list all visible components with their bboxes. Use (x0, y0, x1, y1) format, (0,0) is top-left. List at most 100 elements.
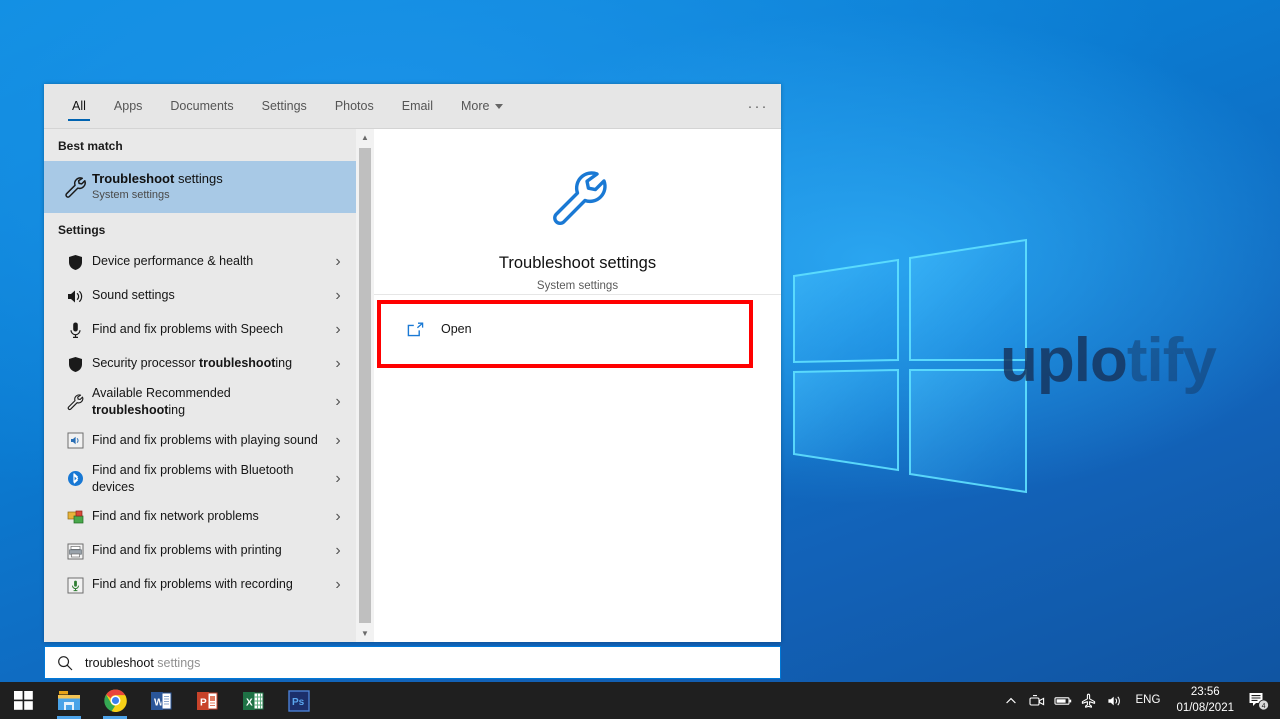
tab-more-label: More (461, 99, 490, 113)
search-input-bar[interactable]: troubleshoot settings (44, 646, 781, 679)
clock[interactable]: 23:56 01/08/2021 (1168, 685, 1242, 716)
shield-icon (58, 254, 92, 271)
volume-icon[interactable] (1102, 682, 1128, 719)
sound-tile-icon (58, 432, 92, 449)
notification-center-button[interactable]: 4 (1242, 682, 1276, 719)
list-item[interactable]: Find and fix problems with Speech › (44, 313, 356, 347)
notification-badge-count: 4 (1262, 703, 1266, 710)
best-match-item[interactable]: Troubleshoot settings System settings (44, 161, 356, 213)
search-typed-text: troubleshoot (85, 655, 154, 670)
chevron-right-icon[interactable]: › (328, 542, 348, 560)
system-tray: ENG 23:56 01/08/2021 4 (998, 682, 1280, 719)
photoshop-button[interactable]: Ps (276, 682, 322, 719)
svg-text:X: X (246, 697, 253, 708)
scrollbar-thumb[interactable] (359, 148, 371, 623)
list-item-label: Find and fix problems with playing sound (92, 432, 328, 449)
excel-button[interactable]: X (230, 682, 276, 719)
list-item[interactable]: Find and fix network problems › (44, 500, 356, 534)
preview-title: Troubleshoot settings (498, 254, 657, 272)
list-item-label: Find and fix problems with printing (92, 542, 328, 559)
network-icon (58, 509, 92, 526)
word-icon: W (151, 691, 172, 710)
list-item[interactable]: Find and fix problems with playing sound… (44, 424, 356, 458)
list-item[interactable]: Available Recommended troubleshooting › (44, 381, 356, 424)
chevron-right-icon[interactable]: › (328, 355, 348, 373)
bluetooth-icon (58, 470, 92, 487)
tray-chevron-up-icon[interactable] (998, 682, 1024, 719)
wrench-icon (58, 174, 92, 200)
file-explorer-button[interactable] (46, 682, 92, 719)
tab-documents-label: Documents (170, 99, 234, 113)
best-match-subtitle: System settings (92, 189, 170, 202)
label-pre: Find and fix problems with printing (92, 543, 282, 558)
label-pre: Available Recommended (92, 386, 231, 400)
label-pre: Find and fix problems with recording (92, 577, 293, 592)
airplane-mode-icon[interactable] (1076, 682, 1102, 719)
scroll-down-icon[interactable]: ▼ (356, 625, 374, 642)
search-filter-tabs: All Apps Documents Settings Photos Email… (44, 84, 781, 129)
scrollbar-track[interactable] (356, 146, 374, 625)
excel-icon: X (243, 691, 264, 710)
tab-settings[interactable]: Settings (248, 84, 321, 128)
windows-start-icon (13, 691, 33, 710)
best-match-title: Troubleshoot settings (92, 171, 223, 187)
camera-icon[interactable] (1024, 682, 1050, 719)
wrench-thin-icon (58, 392, 92, 412)
tab-documents[interactable]: Documents (156, 84, 247, 128)
tab-email-label: Email (401, 99, 433, 113)
list-item[interactable]: Find and fix problems with recording › (44, 568, 356, 602)
label-post: ing (275, 356, 293, 371)
svg-text:P: P (200, 697, 207, 708)
label-pre: Device performance & health (92, 254, 254, 269)
chevron-right-icon[interactable]: › (328, 508, 348, 526)
list-item[interactable]: Device performance & health › (44, 245, 356, 279)
tab-email[interactable]: Email (388, 84, 447, 128)
tab-photos[interactable]: Photos (321, 84, 388, 128)
list-item[interactable]: Sound settings › (44, 279, 356, 313)
powerpoint-button[interactable]: P (184, 682, 230, 719)
clock-time: 23:56 (1190, 685, 1220, 698)
tab-apps[interactable]: Apps (100, 84, 157, 128)
battery-icon[interactable] (1050, 682, 1076, 719)
chevron-right-icon[interactable]: › (328, 253, 348, 271)
list-item-label: Find and fix problems with Speech (92, 321, 328, 338)
word-button[interactable]: W (138, 682, 184, 719)
chevron-right-icon[interactable]: › (328, 287, 348, 305)
clock-date: 01/08/2021 (1176, 701, 1234, 714)
list-item-label: Find and fix network problems (92, 508, 328, 525)
speaker-icon (58, 288, 92, 305)
ellipsis-icon: ··· (747, 97, 769, 115)
list-item[interactable]: Find and fix problems with printing › (44, 534, 356, 568)
settings-section-header: Settings (58, 223, 106, 237)
label-pre: Find and fix problems with playing sound (92, 432, 318, 447)
chevron-right-icon[interactable]: › (328, 321, 348, 339)
label-bold: troubleshoot (198, 356, 276, 371)
list-item-label: Security processor troubleshooting (92, 355, 328, 372)
notification-icon: 4 (1249, 692, 1270, 710)
start-button[interactable] (0, 682, 46, 719)
recording-icon (58, 577, 92, 594)
best-match-title-bold: Troubleshoot (92, 171, 175, 187)
scroll-up-icon[interactable]: ▲ (356, 129, 374, 146)
more-options-button[interactable]: ··· (735, 84, 781, 128)
tab-more[interactable]: More (447, 84, 517, 128)
chevron-right-icon[interactable]: › (328, 470, 348, 488)
chevron-right-icon[interactable]: › (328, 576, 348, 594)
list-item[interactable]: Find and fix problems with Bluetooth dev… (44, 458, 356, 501)
language-indicator[interactable]: ENG (1128, 682, 1169, 719)
chevron-right-icon[interactable]: › (328, 432, 348, 450)
chevron-right-icon[interactable]: › (328, 393, 348, 411)
tab-all[interactable]: All (58, 84, 100, 128)
results-scroll-area: Best match Troubleshoot settings System … (44, 129, 356, 642)
open-button[interactable]: Open (381, 299, 771, 359)
preview-subtitle: System settings (536, 280, 619, 292)
chrome-button[interactable] (92, 682, 138, 719)
list-item[interactable]: Security processor troubleshooting › (44, 347, 356, 381)
best-match-title-rest: settings (174, 171, 223, 187)
list-item-label: Sound settings (92, 287, 328, 304)
results-scrollbar[interactable]: ▲ ▼ (356, 129, 374, 642)
preview-column: Troubleshoot settings System settings Op… (374, 129, 781, 642)
watermark-fade: tify (1126, 326, 1217, 395)
label-pre: Find and fix network problems (92, 509, 259, 524)
search-suggestion-text: settings (153, 655, 201, 670)
